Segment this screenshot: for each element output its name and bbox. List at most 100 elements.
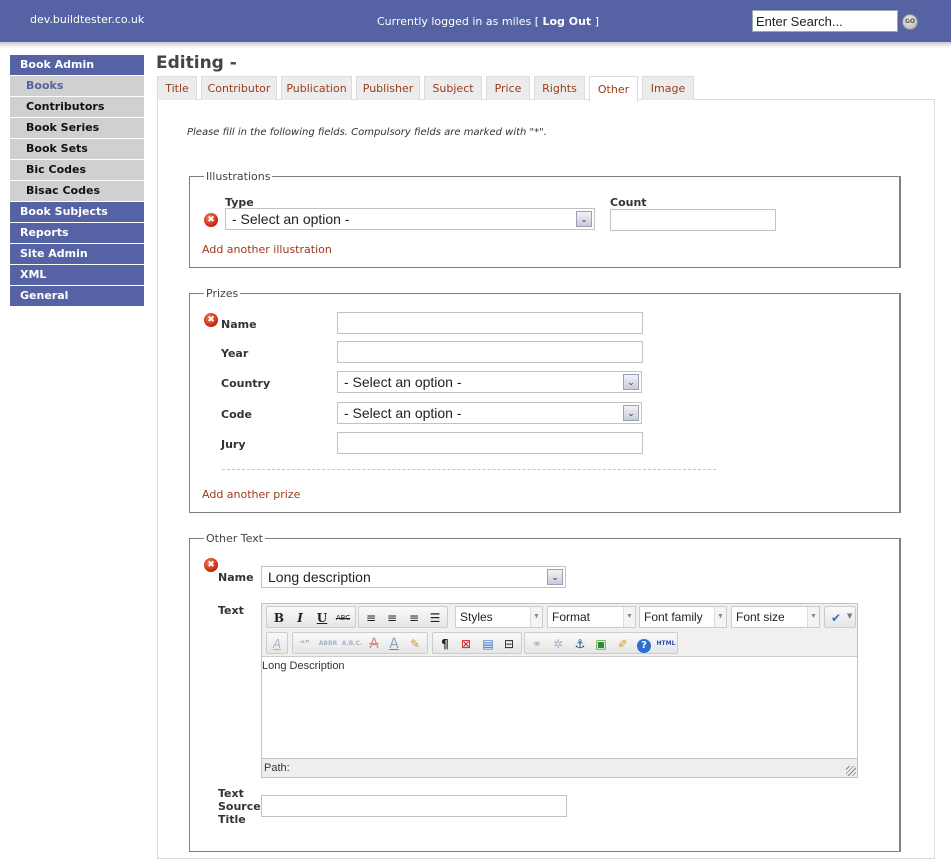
error-icon: ✖: [204, 313, 218, 327]
site-name: dev.buildtester.co.uk: [30, 13, 145, 26]
cleanup-icon[interactable]: ✐: [613, 635, 633, 653]
chevron-down-icon: ⌄: [623, 374, 639, 390]
header-shadow: [0, 42, 951, 48]
template-icon[interactable]: ▤: [478, 635, 498, 653]
italic-button[interactable]: I: [290, 609, 310, 627]
add-prize-link[interactable]: Add another prize: [202, 488, 300, 501]
chevron-down-icon: ▼: [807, 607, 819, 627]
illustration-type-value: - Select an option -: [232, 211, 350, 227]
insert-button-group: ⚭ ✲ ⚓ ▣ ✐ ? HTML: [524, 632, 678, 654]
align-right-icon[interactable]: ≡: [404, 609, 424, 627]
tab-price[interactable]: Price: [486, 76, 530, 100]
delete-text-icon[interactable]: A: [364, 635, 384, 653]
image-icon[interactable]: ▣: [591, 635, 611, 653]
unlink-icon[interactable]: ✲: [548, 635, 568, 653]
tab-publication[interactable]: Publication: [281, 76, 352, 100]
pagebreak-icon[interactable]: ⊟: [499, 635, 519, 653]
align-justify-icon[interactable]: ☰: [425, 609, 445, 627]
nonbreaking-icon[interactable]: ⊠: [456, 635, 476, 653]
prize-code-select[interactable]: - Select an option - ⌄: [337, 402, 642, 424]
form-instructions: Please fill in the following fields. Com…: [187, 127, 547, 138]
tab-other[interactable]: Other: [589, 76, 638, 102]
sidebar-item-book-sets[interactable]: Book Sets: [10, 139, 144, 159]
spellcheck-button[interactable]: ✔ ▼: [824, 606, 856, 628]
logout-link[interactable]: Log Out: [542, 15, 591, 28]
editor-toolbar: B I U ABC ≡ ≡ ≡ ☰ Styles ▼ Format ▼ Font…: [262, 604, 857, 657]
tab-subject[interactable]: Subject: [424, 76, 482, 100]
abbr-icon[interactable]: ABBR: [317, 635, 339, 653]
chevron-down-icon: ▼: [714, 607, 726, 627]
prize-year-input[interactable]: [337, 341, 643, 363]
other-text-legend: Other Text: [206, 532, 263, 545]
illustration-count-label: Count: [610, 196, 647, 209]
acronym-icon[interactable]: A.B.C.: [341, 635, 363, 653]
search-input[interactable]: [752, 10, 898, 32]
other-text-name-select[interactable]: Long description ⌄: [261, 566, 566, 588]
sidebar-item-bic-codes[interactable]: Bic Codes: [10, 160, 144, 180]
spellcheck-icon: ✔: [830, 611, 842, 625]
font-family-dropdown[interactable]: Font family ▼: [639, 606, 727, 628]
insert-text-icon[interactable]: A: [384, 635, 404, 653]
font-family-label: Font family: [644, 610, 703, 624]
sidebar-item-general[interactable]: General: [10, 286, 144, 306]
chevron-down-icon: ⌄: [576, 211, 592, 227]
error-icon: ✖: [204, 213, 218, 227]
tab-contributor[interactable]: Contributor: [201, 76, 277, 100]
prize-name-input[interactable]: [337, 312, 643, 334]
format-dropdown[interactable]: Format ▼: [547, 606, 636, 628]
prize-country-label: Country: [221, 377, 271, 390]
prize-name-label: Name: [221, 318, 257, 331]
sidebar-item-books[interactable]: Books: [10, 76, 144, 96]
tab-rights[interactable]: Rights: [534, 76, 585, 100]
illustrations-legend: Illustrations: [206, 170, 271, 183]
sidebar-item-reports[interactable]: Reports: [10, 223, 144, 243]
sidebar-item-book-series[interactable]: Book Series: [10, 118, 144, 138]
chevron-down-icon: ⌄: [547, 569, 563, 585]
chevron-down-icon: ▼: [530, 607, 542, 627]
sidebar-item-xml[interactable]: XML: [10, 265, 144, 285]
align-center-icon[interactable]: ≡: [382, 609, 402, 627]
chevron-down-icon: ▼: [847, 612, 853, 620]
prize-jury-input[interactable]: [337, 432, 643, 454]
underline-button[interactable]: U: [312, 609, 332, 627]
other-text-name-label: Name: [218, 571, 254, 584]
align-button-group: ≡ ≡ ≡ ☰: [358, 606, 448, 628]
add-illustration-link[interactable]: Add another illustration: [202, 243, 332, 256]
illustration-count-input[interactable]: [610, 209, 776, 231]
login-status-suffix: ]: [591, 15, 599, 28]
align-left-icon[interactable]: ≡: [361, 609, 381, 627]
sidebar-item-book-admin[interactable]: Book Admin: [10, 55, 144, 75]
font-size-label: Font size: [736, 610, 785, 624]
prize-country-select[interactable]: - Select an option - ⌄: [337, 371, 642, 393]
anchor-icon[interactable]: ⚓: [570, 635, 590, 653]
prizes-legend: Prizes: [206, 287, 239, 300]
attributes-icon[interactable]: ✎: [405, 635, 425, 653]
help-icon[interactable]: ?: [634, 635, 654, 653]
blockquote-icon[interactable]: ❝❞: [295, 635, 315, 653]
style-props-icon[interactable]: A: [267, 635, 287, 653]
html-source-icon[interactable]: HTML: [655, 635, 677, 653]
styleprops-group: A: [266, 632, 288, 654]
illustration-type-select[interactable]: - Select an option - ⌄: [225, 208, 595, 230]
font-size-dropdown[interactable]: Font size ▼: [731, 606, 820, 628]
format-button-group: B I U ABC: [266, 606, 356, 628]
sidebar-item-book-subjects[interactable]: Book Subjects: [10, 202, 144, 222]
visual-chars-icon[interactable]: ¶: [435, 635, 455, 653]
text-source-title-input[interactable]: [261, 795, 567, 817]
sidebar-item-contributors[interactable]: Contributors: [10, 97, 144, 117]
go-button[interactable]: GO: [902, 14, 918, 30]
bold-button[interactable]: B: [269, 609, 289, 627]
strikethrough-button[interactable]: ABC: [333, 609, 353, 627]
chevron-down-icon: ⌄: [623, 405, 639, 421]
prize-year-label: Year: [221, 347, 249, 360]
editor-content-area[interactable]: Long Description: [262, 658, 857, 758]
error-icon: ✖: [204, 558, 218, 572]
styles-dropdown[interactable]: Styles ▼: [455, 606, 543, 628]
tab-title[interactable]: Title: [157, 76, 197, 100]
sidebar-item-site-admin[interactable]: Site Admin: [10, 244, 144, 264]
sidebar-item-bisac-codes[interactable]: Bisac Codes: [10, 181, 144, 201]
link-icon[interactable]: ⚭: [527, 635, 547, 653]
tab-publisher[interactable]: Publisher: [356, 76, 420, 100]
tab-image[interactable]: Image: [642, 76, 694, 100]
resize-handle[interactable]: [846, 766, 856, 776]
